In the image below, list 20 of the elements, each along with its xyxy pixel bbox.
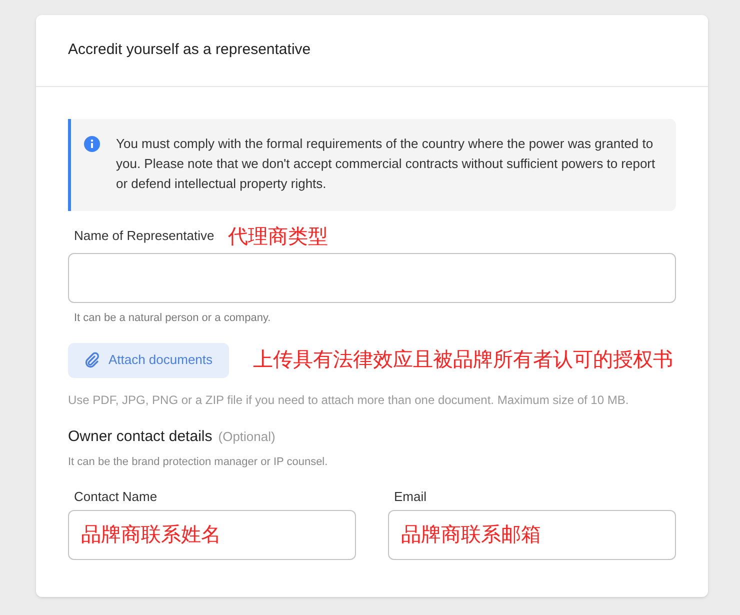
annotation: 上传具有法律效应且被品牌所有者认可的授权书 xyxy=(253,348,673,373)
field-label: Name of Representative xyxy=(74,226,214,245)
optional-label: (Optional) xyxy=(218,428,276,446)
annotation: 品牌商联系姓名 xyxy=(81,522,221,548)
field-label: Contact Name xyxy=(73,488,158,504)
card-title: Accredit yourself as a representative xyxy=(68,40,311,60)
hint-text: Use PDF, JPG, PNG or a ZIP file if you need to attach more than one document. Maximum size of 10 MB. xyxy=(68,392,630,408)
input-field[interactable] xyxy=(68,253,676,303)
hint-text: It can be a natural person or a company. xyxy=(73,311,272,326)
annotation: 代理商类型 xyxy=(228,225,328,249)
attach-button[interactable]: Attach documents xyxy=(68,342,229,378)
annotation: 品牌商联系邮箱 xyxy=(401,522,541,548)
paperclip-icon xyxy=(84,352,100,368)
field-label: Email xyxy=(393,488,428,504)
alert-message: You must comply with the formal requirements of the country where the power was granted to you. Please note that we don't accept commercial contracts without sufficient powers to report or defend intellectual property rights. xyxy=(116,135,656,193)
input-field[interactable]: 品牌商联系邮箱 xyxy=(388,510,676,560)
hint-text: It can be the brand protection manager or IP counsel. xyxy=(68,455,329,470)
section-title: Owner contact details xyxy=(68,426,212,446)
input-field[interactable]: 品牌商联系姓名 xyxy=(68,510,356,560)
info-icon xyxy=(84,136,100,152)
